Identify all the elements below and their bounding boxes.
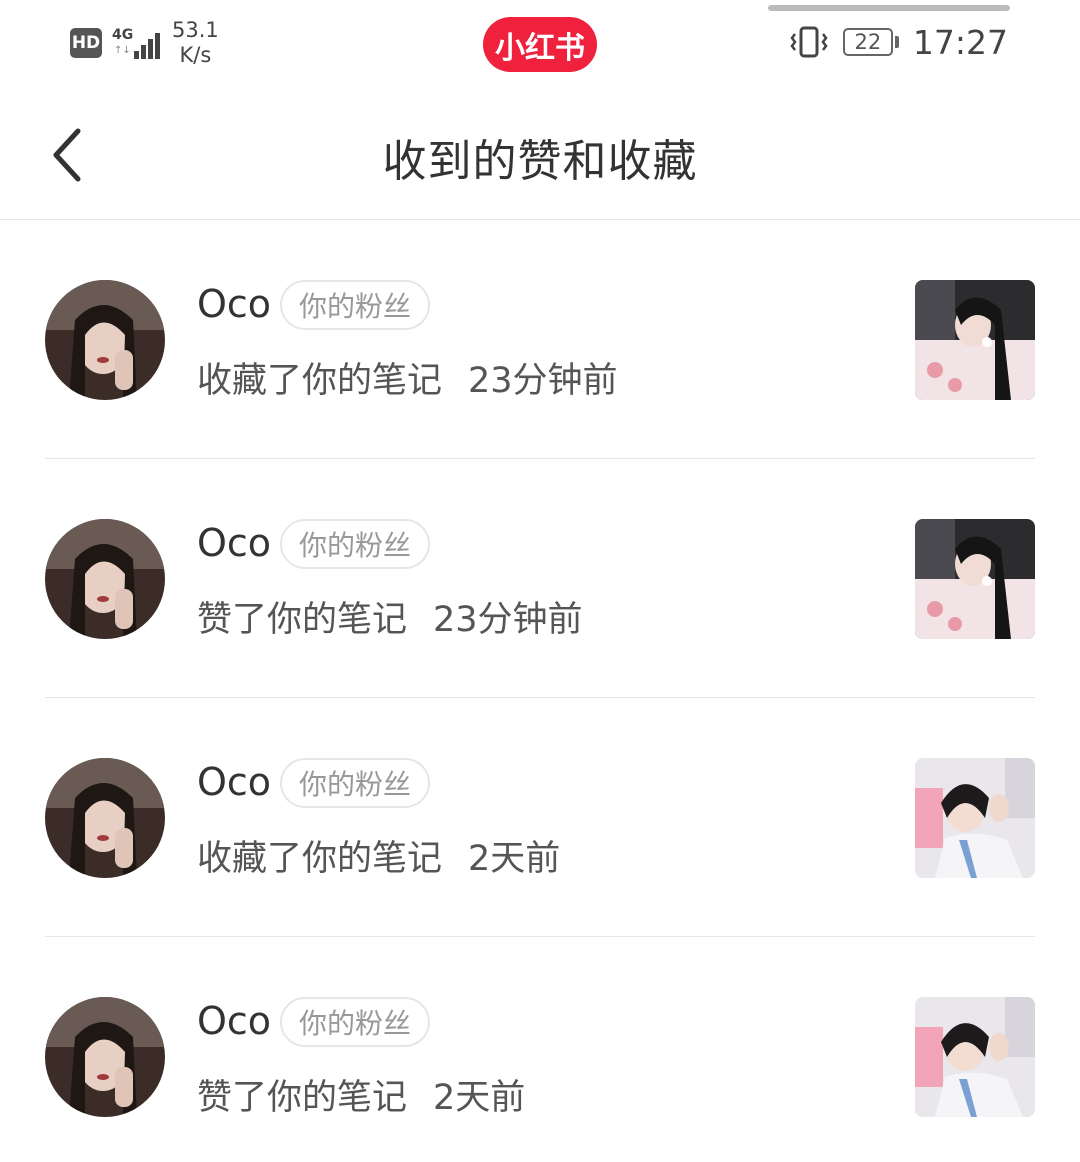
notification-text: 收藏了你的笔记 23分钟前 xyxy=(197,352,618,403)
page-header: 收到的赞和收藏 xyxy=(0,90,1080,220)
notification-text: 收藏了你的笔记 2天前 xyxy=(197,830,560,881)
user-name[interactable]: Oco xyxy=(197,999,271,1043)
note-thumbnail[interactable] xyxy=(915,280,1035,400)
status-bar: HD 4G ↑↓ 53.1 K/s 小红书 22 17:27 xyxy=(0,0,1080,90)
avatar[interactable] xyxy=(45,280,165,400)
user-name[interactable]: Oco xyxy=(197,521,271,565)
follower-tag: 你的粉丝 xyxy=(280,280,431,330)
note-thumbnail[interactable] xyxy=(915,997,1035,1117)
notification-row[interactable]: Oco 你的粉丝 收藏了你的笔记 23分钟前 xyxy=(0,220,1080,459)
timestamp: 23分钟前 xyxy=(433,600,583,640)
action-text: 赞了你的笔记 xyxy=(197,600,408,640)
note-thumbnail[interactable] xyxy=(915,519,1035,639)
avatar[interactable] xyxy=(45,519,165,639)
hd-badge: HD xyxy=(70,28,102,58)
timestamp: 23分钟前 xyxy=(468,361,618,401)
network-speed-unit: K/s xyxy=(179,43,212,67)
action-text: 收藏了你的笔记 xyxy=(197,839,443,879)
note-thumbnail[interactable] xyxy=(915,758,1035,878)
avatar[interactable] xyxy=(45,758,165,878)
status-left: HD 4G ↑↓ 53.1 K/s xyxy=(70,18,219,68)
notification-text: 赞了你的笔记 2天前 xyxy=(197,1069,525,1120)
status-right: 22 17:27 xyxy=(789,22,1008,62)
follower-tag: 你的粉丝 xyxy=(280,997,431,1047)
user-name[interactable]: Oco xyxy=(197,760,271,804)
action-text: 赞了你的笔记 xyxy=(197,1078,408,1118)
xiaohongshu-app-badge: 小红书 xyxy=(483,17,597,72)
follower-tag: 你的粉丝 xyxy=(280,758,431,808)
notification-list: Oco 你的粉丝 收藏了你的笔记 23分钟前 Oco 你的粉丝 赞了你的笔记 2… xyxy=(0,220,1080,1162)
clock: 17:27 xyxy=(912,22,1008,62)
network-type: 4G xyxy=(112,27,134,43)
notification-row[interactable]: Oco 你的粉丝 赞了你的笔记 2天前 xyxy=(0,937,1080,1162)
network-speed: 53.1 K/s xyxy=(172,18,219,68)
timestamp: 2天前 xyxy=(468,839,561,879)
user-name[interactable]: Oco xyxy=(197,282,271,326)
cellular-signal-icon: 4G ↑↓ xyxy=(112,23,162,63)
vibrate-mode-icon xyxy=(789,22,829,62)
notification-text: 赞了你的笔记 23分钟前 xyxy=(197,591,583,642)
notification-row[interactable]: Oco 你的粉丝 收藏了你的笔记 2天前 xyxy=(0,698,1080,937)
notification-row[interactable]: Oco 你的粉丝 赞了你的笔记 23分钟前 xyxy=(0,459,1080,698)
data-arrows-icon: ↑↓ xyxy=(114,45,131,56)
avatar[interactable] xyxy=(45,997,165,1117)
top-handle-indicator xyxy=(768,5,1010,11)
action-text: 收藏了你的笔记 xyxy=(197,361,443,401)
battery-level: 22 xyxy=(842,28,893,56)
page-title: 收到的赞和收藏 xyxy=(382,136,698,187)
timestamp: 2天前 xyxy=(433,1078,526,1118)
network-speed-value: 53.1 xyxy=(172,18,219,42)
follower-tag: 你的粉丝 xyxy=(280,519,431,569)
battery-icon: 22 xyxy=(842,28,899,56)
